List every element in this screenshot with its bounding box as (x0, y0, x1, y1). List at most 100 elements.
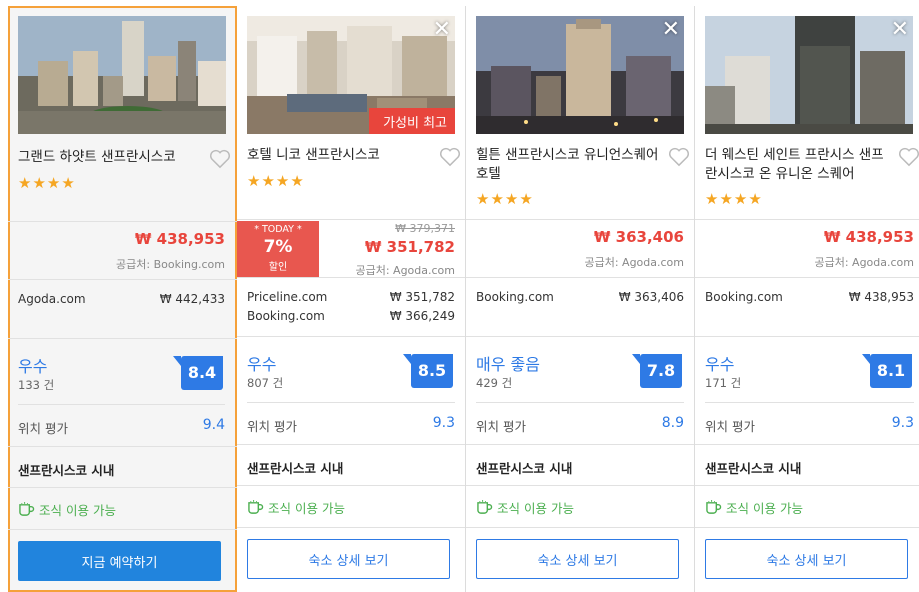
hotel-photo[interactable]: ✕ (476, 16, 684, 134)
best-price[interactable]: ₩ 438,953 (135, 230, 225, 248)
coffee-cup-icon (19, 502, 35, 516)
divider (237, 527, 465, 528)
best-value-badge: 가성비 최고 (369, 108, 455, 134)
divider (8, 279, 237, 280)
view-details-button[interactable]: 숙소 상세 보기 (476, 539, 679, 579)
breakfast-badge: 조식 이용 가능 (247, 498, 345, 517)
divider (8, 529, 237, 530)
hotel-photo[interactable]: ✕ 가성비 최고 (247, 16, 455, 134)
review-count: 429 건 (476, 376, 513, 390)
close-icon[interactable]: ✕ (891, 19, 909, 41)
divider (695, 219, 919, 220)
offer-site: Booking.com (476, 290, 554, 304)
star-rating: ★★★★ (476, 190, 534, 208)
divider (466, 485, 694, 486)
offer-price: ₩ 351,782 (389, 290, 455, 304)
star-rating: ★★★★ (18, 174, 76, 192)
rating-word: 우수 (247, 355, 277, 374)
price-source: 공급처: Agoda.com (814, 256, 914, 269)
district-label: 샌프란시스코 시내 (247, 461, 344, 476)
rating-word: 우수 (18, 357, 48, 376)
best-price[interactable]: ₩ 438,953 (824, 228, 914, 246)
offer-price: ₩ 363,406 (618, 290, 684, 304)
hotel-card[interactable]: ✕ 힐튼 샌프란시스코 유니언스퀘어 호텔 ★★★★ ₩ 363,406 공급처… (466, 6, 695, 592)
divider (466, 219, 694, 220)
hotel-photo-image (705, 16, 913, 134)
star-rating: ★★★★ (247, 172, 305, 190)
hotel-card[interactable]: ✕ 더 웨스틴 세인트 프란시스 샌프란시스코 온 유니온 스퀘어 ★★★★ ₩… (695, 6, 919, 592)
review-count: 807 건 (247, 376, 284, 390)
review-score-badge: 8.5 (403, 354, 453, 388)
location-score: 9.4 (202, 417, 225, 433)
close-icon[interactable]: ✕ (662, 19, 680, 41)
review-count: 171 건 (705, 376, 742, 390)
divider (237, 485, 465, 486)
divider (237, 444, 465, 445)
offer-price: ₩ 438,953 (848, 290, 914, 304)
review-score-badge: 7.8 (632, 354, 682, 388)
divider (695, 485, 919, 486)
hotel-name[interactable]: 힐튼 샌프란시스코 유니언스퀘어 호텔 (476, 146, 662, 184)
heart-icon[interactable] (439, 147, 461, 167)
divider (247, 402, 455, 403)
heart-icon[interactable] (898, 147, 919, 167)
offer-price: ₩ 442,433 (159, 292, 225, 306)
divider (8, 221, 237, 222)
divider (466, 444, 694, 445)
book-now-button[interactable]: 지금 예약하기 (18, 541, 221, 581)
hotel-card[interactable]: ✕ 가성비 최고 호텔 니코 샌프란시스코 ★★★★ * TODAY * 7% … (237, 6, 466, 592)
offer-site: Booking.com (705, 290, 783, 304)
breakfast-label: 조식 이용 가능 (268, 501, 345, 516)
hotel-photo[interactable] (18, 16, 226, 134)
heart-icon[interactable] (209, 149, 231, 169)
divider (695, 444, 919, 445)
view-details-button[interactable]: 숙소 상세 보기 (247, 539, 450, 579)
today-deal-badge[interactable]: * TODAY * 7% 할인 (237, 221, 319, 278)
coffee-cup-icon (248, 500, 264, 514)
location-label: 위치 평가 (476, 419, 526, 434)
breakfast-badge: 조식 이용 가능 (18, 500, 116, 519)
discount-label: 할인 (268, 262, 288, 273)
hotel-photo-image (18, 16, 226, 134)
best-price[interactable]: ₩ 351,782 (365, 238, 455, 256)
divider (18, 404, 225, 405)
hotel-photo[interactable]: ✕ (705, 16, 913, 134)
hotel-name[interactable]: 더 웨스틴 세인트 프란시스 샌프란시스코 온 유니온 스퀘어 (705, 146, 892, 184)
review-score-badge: 8.4 (173, 356, 223, 390)
offer-price: ₩ 366,249 (389, 309, 455, 323)
divider (466, 527, 694, 528)
offer-site: Priceline.com (247, 290, 328, 304)
coffee-cup-icon (706, 500, 722, 514)
price-source: 공급처: Agoda.com (584, 256, 684, 269)
divider (695, 527, 919, 528)
divider (695, 277, 919, 278)
divider (466, 336, 694, 337)
divider (237, 277, 465, 278)
hotel-name[interactable]: 그랜드 하얏트 샌프란시스코 (18, 148, 203, 167)
location-label: 위치 평가 (247, 419, 297, 434)
location-score: 9.3 (432, 415, 455, 431)
divider (8, 338, 237, 339)
divider (705, 402, 914, 403)
divider (8, 487, 237, 488)
breakfast-label: 조식 이용 가능 (39, 503, 116, 518)
price-source: 공급처: Agoda.com (355, 264, 455, 277)
hotel-photo-image (476, 16, 684, 134)
breakfast-badge: 조식 이용 가능 (476, 498, 574, 517)
today-label: * TODAY * (254, 224, 302, 235)
hotel-card[interactable]: 그랜드 하얏트 샌프란시스코 ★★★★ ₩ 438,953 공급처: Booki… (8, 6, 237, 592)
original-price: ₩ 379,371 (395, 222, 455, 235)
close-icon[interactable]: ✕ (433, 19, 451, 41)
heart-icon[interactable] (668, 147, 690, 167)
divider (466, 277, 694, 278)
view-details-button[interactable]: 숙소 상세 보기 (705, 539, 908, 579)
hotel-name[interactable]: 호텔 니코 샌프란시스코 (247, 146, 433, 165)
district-label: 샌프란시스코 시내 (705, 461, 802, 476)
coffee-cup-icon (477, 500, 493, 514)
offer-site: Booking.com (247, 309, 325, 323)
location-label: 위치 평가 (705, 419, 755, 434)
location-score: 9.3 (891, 415, 914, 431)
review-score-badge: 8.1 (862, 354, 912, 388)
best-price[interactable]: ₩ 363,406 (594, 228, 684, 246)
divider (8, 446, 237, 447)
